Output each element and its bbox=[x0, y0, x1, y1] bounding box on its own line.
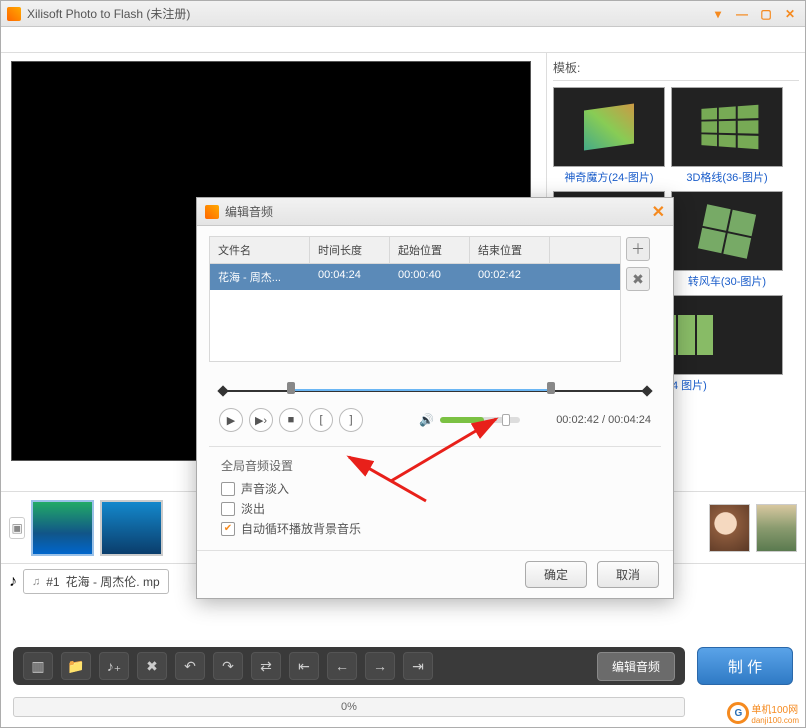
bottom-toolbar: ▥ 📁 ♪₊ ✖ ↶ ↷ ⇄ ⇤ ← → ⇥ 编辑音频 bbox=[13, 647, 685, 685]
remove-button[interactable]: ✖ bbox=[137, 652, 167, 680]
audio-table: 文件名 时间长度 起始位置 结束位置 花海 - 周杰... 00:04:24 0… bbox=[209, 236, 621, 362]
cell-start: 00:00:40 bbox=[390, 264, 470, 290]
photo-thumb[interactable] bbox=[31, 500, 94, 556]
fadeout-checkbox[interactable]: 淡出 bbox=[221, 500, 649, 517]
end-marker[interactable] bbox=[547, 382, 555, 394]
dialog-titlebar: 编辑音频 ✕ bbox=[197, 198, 673, 226]
photo-thumb[interactable] bbox=[100, 500, 163, 556]
track-index: #1 bbox=[46, 575, 59, 589]
col-start: 起始位置 bbox=[390, 237, 470, 263]
volume-slider[interactable] bbox=[440, 417, 520, 423]
start-marker[interactable] bbox=[287, 382, 295, 394]
template-label: 3D格线(36-图片) bbox=[671, 169, 783, 185]
global-audio-settings: 全局音频设置 声音淡入 淡出 ✔自动循环播放背景音乐 bbox=[209, 446, 661, 550]
time-display: 00:02:42 / 00:04:24 bbox=[556, 414, 651, 426]
rotate-right-button[interactable]: ↷ bbox=[213, 652, 243, 680]
app-icon bbox=[205, 205, 219, 219]
app-icon bbox=[7, 7, 21, 21]
move-last-button[interactable]: ⇥ bbox=[403, 652, 433, 680]
dialog-title: 编辑音频 bbox=[225, 203, 652, 220]
window-title: Xilisoft Photo to Flash (未注册) bbox=[27, 5, 709, 22]
template-item[interactable]: 3D格线(36-图片) bbox=[671, 87, 783, 185]
add-track-button[interactable]: ＋ bbox=[626, 237, 650, 261]
close-button[interactable]: ✕ bbox=[781, 7, 799, 21]
loop-checkbox[interactable]: ✔自动循环播放背景音乐 bbox=[221, 520, 649, 537]
table-header: 文件名 时间长度 起始位置 结束位置 bbox=[210, 237, 620, 264]
minimize-button[interactable]: — bbox=[733, 7, 751, 21]
mark-start-button[interactable]: [ bbox=[309, 408, 333, 432]
col-duration: 时间长度 bbox=[310, 237, 390, 263]
template-label: 神奇魔方(24-图片) bbox=[553, 169, 665, 185]
rotate-left-button[interactable]: ↶ bbox=[175, 652, 205, 680]
edit-audio-button[interactable]: 编辑音频 bbox=[597, 652, 675, 681]
template-item[interactable]: 神奇魔方(24-图片) bbox=[553, 87, 665, 185]
shuffle-button[interactable]: ⇄ bbox=[251, 652, 281, 680]
close-icon[interactable]: ✕ bbox=[652, 202, 665, 222]
settings-group-label: 全局音频设置 bbox=[221, 457, 649, 474]
templates-header: 模板: bbox=[553, 57, 799, 81]
image-icon[interactable]: ▣ bbox=[9, 517, 25, 539]
template-item[interactable]: 转风车(30-图片) bbox=[671, 191, 783, 289]
cell-filename: 花海 - 周杰... bbox=[210, 264, 310, 290]
play-button[interactable]: ▶ bbox=[219, 408, 243, 432]
stop-button[interactable]: ■ bbox=[279, 408, 303, 432]
photo-thumb[interactable] bbox=[709, 504, 750, 552]
cancel-button[interactable]: 取消 bbox=[597, 561, 659, 588]
titlebar: Xilisoft Photo to Flash (未注册) ▾ — ▢ ✕ bbox=[1, 1, 805, 27]
move-left-button[interactable]: ← bbox=[327, 652, 357, 680]
progress-bar: 0% bbox=[13, 697, 685, 717]
audio-track[interactable]: ♫ #1 花海 - 周杰伦. mp bbox=[23, 569, 169, 594]
col-end: 结束位置 bbox=[470, 237, 550, 263]
add-folder-button[interactable]: 📁 bbox=[61, 652, 91, 680]
table-row[interactable]: 花海 - 周杰... 00:04:24 00:00:40 00:02:42 bbox=[210, 264, 620, 290]
ok-button[interactable]: 确定 bbox=[525, 561, 587, 588]
col-filename: 文件名 bbox=[210, 237, 310, 263]
player-controls: ▶ ▶› ■ [ ] 🔊 00:02:42 / 00:04:24 bbox=[219, 408, 651, 432]
cell-end: 00:02:42 bbox=[470, 264, 550, 290]
edit-audio-dialog: 编辑音频 ✕ 文件名 时间长度 起始位置 结束位置 花海 - 周杰... 00:… bbox=[196, 197, 674, 599]
move-first-button[interactable]: ⇤ bbox=[289, 652, 319, 680]
add-music-button[interactable]: ♪₊ bbox=[99, 652, 129, 680]
play-range-button[interactable]: ▶› bbox=[249, 408, 273, 432]
cell-duration: 00:04:24 bbox=[310, 264, 390, 290]
timeline[interactable] bbox=[219, 380, 651, 398]
remove-track-button[interactable]: ✖ bbox=[626, 267, 650, 291]
music-icon[interactable]: ♪ bbox=[9, 573, 17, 591]
fadein-checkbox[interactable]: 声音淡入 bbox=[221, 480, 649, 497]
track-name: 花海 - 周杰伦. mp bbox=[66, 573, 160, 590]
template-label: 转风车(30-图片) bbox=[671, 273, 783, 289]
make-button[interactable]: 制 作 bbox=[697, 647, 793, 685]
toolbar bbox=[1, 27, 805, 53]
photo-thumb[interactable] bbox=[756, 504, 797, 552]
note-icon: ♫ bbox=[32, 576, 40, 588]
move-right-button[interactable]: → bbox=[365, 652, 395, 680]
dropdown-icon[interactable]: ▾ bbox=[709, 7, 727, 21]
maximize-button[interactable]: ▢ bbox=[757, 7, 775, 21]
mark-end-button[interactable]: ] bbox=[339, 408, 363, 432]
volume-icon[interactable]: 🔊 bbox=[419, 413, 434, 427]
watermark: G 单机100网danji100.com bbox=[727, 701, 799, 725]
add-image-button[interactable]: ▥ bbox=[23, 652, 53, 680]
